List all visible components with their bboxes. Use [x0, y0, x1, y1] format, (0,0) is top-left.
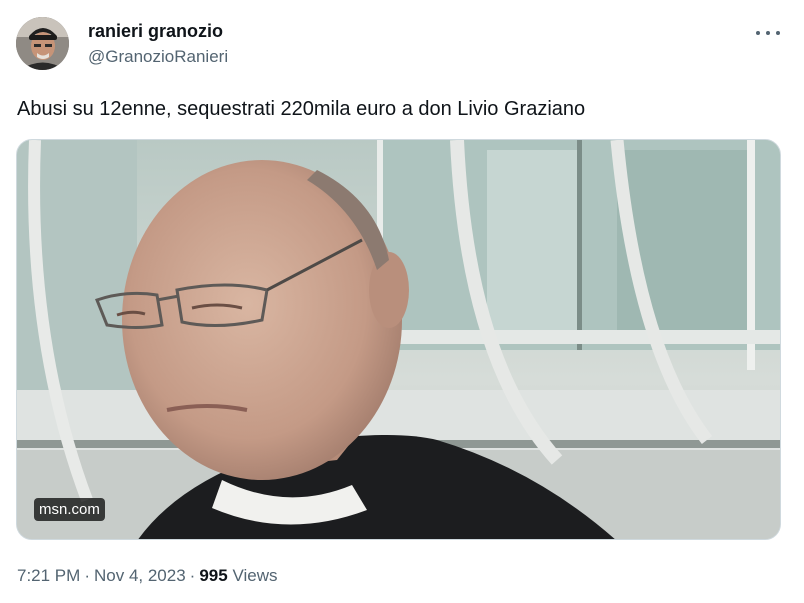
avatar[interactable] — [16, 17, 69, 70]
media-photo — [17, 140, 780, 539]
user-handle[interactable]: @GranozioRanieri — [88, 46, 228, 68]
more-horizontal-icon-dot — [766, 31, 770, 35]
tweet-metadata: 7:21 PM · Nov 4, 2023 · 995 Views — [17, 565, 278, 587]
meta-separator: · — [84, 566, 90, 585]
views-count: 995 — [199, 566, 228, 585]
tweet-date[interactable]: Nov 4, 2023 — [94, 566, 186, 585]
tweet-media-image[interactable]: msn.com — [16, 139, 781, 540]
tweet-card: ranieri granozio @GranozioRanieri Abusi … — [0, 0, 804, 603]
more-options-button[interactable] — [756, 23, 780, 43]
media-source-badge: msn.com — [34, 498, 105, 521]
more-horizontal-icon-dot — [776, 31, 780, 35]
avatar-image — [16, 17, 69, 70]
more-horizontal-icon — [756, 31, 760, 35]
tweet-text: Abusi su 12enne, sequestrati 220mila eur… — [17, 98, 586, 120]
tweet-time[interactable]: 7:21 PM — [17, 566, 80, 585]
tweet-header: ranieri granozio @GranozioRanieri — [16, 17, 788, 73]
views-label: Views — [232, 566, 278, 585]
user-info: ranieri granozio @GranozioRanieri — [88, 20, 228, 68]
display-name[interactable]: ranieri granozio — [88, 20, 228, 42]
meta-separator: · — [189, 566, 196, 585]
